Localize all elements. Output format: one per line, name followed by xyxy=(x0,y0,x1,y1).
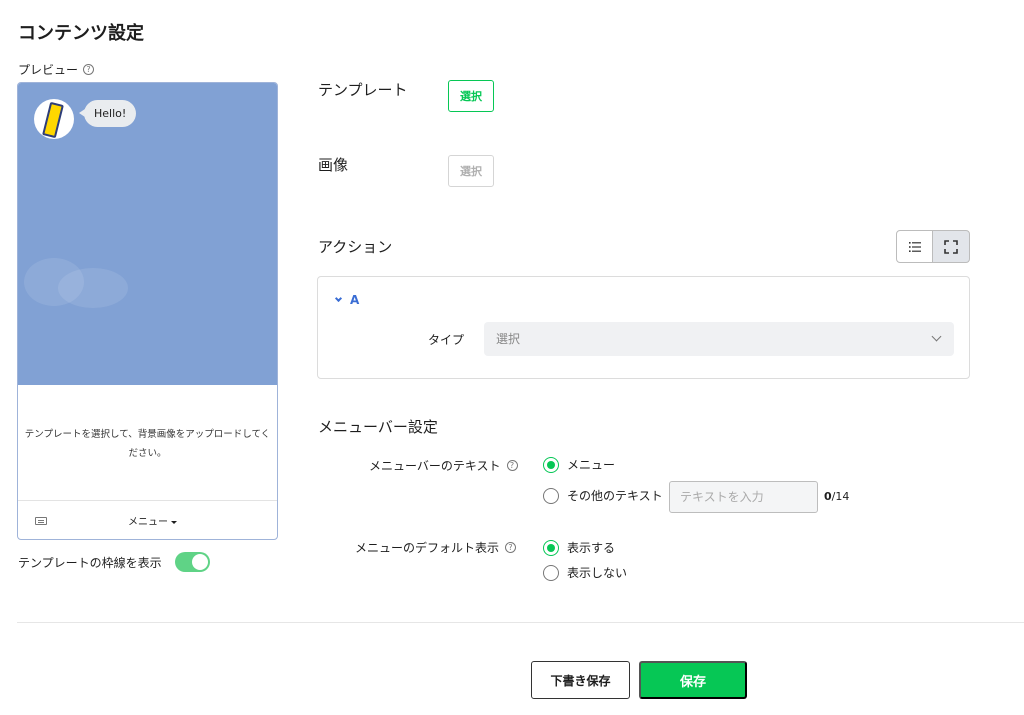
menubar-text-option-other[interactable]: その他のテキスト xyxy=(543,487,663,504)
type-select-value: 選択 xyxy=(496,332,521,346)
expand-view-button[interactable] xyxy=(932,230,970,263)
template-label: テンプレート xyxy=(318,81,408,99)
preview-menubar: メニュー xyxy=(18,500,277,539)
keyboard-icon xyxy=(35,517,47,525)
divider xyxy=(17,622,1024,623)
type-label: タイプ xyxy=(428,333,465,347)
menubar-text-option-menu[interactable]: メニュー xyxy=(543,456,615,473)
preview-label-text: プレビュー xyxy=(18,63,79,77)
action-item-header[interactable]: A xyxy=(334,293,360,307)
radio-unselected[interactable] xyxy=(543,564,559,581)
list-icon xyxy=(909,241,921,252)
help-icon[interactable]: ? xyxy=(83,64,95,75)
preview-menu-text: メニュー xyxy=(128,513,177,528)
save-button[interactable]: 保存 xyxy=(639,661,747,699)
preview-card: Hello! テンプレートを選択して、背景画像をアップロードしてください。 メニ… xyxy=(17,82,278,540)
cloud-shape xyxy=(58,268,128,308)
radio-unselected[interactable] xyxy=(543,487,559,504)
menubar-text-input[interactable] xyxy=(669,481,818,513)
frame-toggle-label: テンプレートの枠線を表示 xyxy=(18,555,162,570)
radio-selected[interactable] xyxy=(543,539,559,556)
image-select-button[interactable]: 選択 xyxy=(448,155,494,187)
image-label: 画像 xyxy=(318,156,349,174)
chevron-down-icon xyxy=(931,331,942,342)
preview-menu-label: メニュー xyxy=(128,517,168,528)
template-select-button[interactable]: 選択 xyxy=(448,80,494,112)
menu-default-label: メニューのデフォルト表示 ? xyxy=(355,539,517,556)
radio-selected[interactable] xyxy=(543,456,559,473)
action-label: アクション xyxy=(318,238,393,256)
list-view-button[interactable] xyxy=(896,230,934,263)
char-count-max: /14 xyxy=(831,490,850,503)
preview-message: テンプレートを選択して、背景画像をアップロードしてください。 xyxy=(24,429,271,459)
menubar-text-label-text: メニューバーのテキスト xyxy=(369,459,501,473)
menubar-settings-title: メニューバー設定 xyxy=(318,418,438,436)
char-count-current: 0 xyxy=(824,490,832,503)
expand-icon xyxy=(944,239,958,254)
menu-default-option-show[interactable]: 表示する xyxy=(543,539,615,556)
menubar-text-label: メニューバーのテキスト ? xyxy=(369,457,518,474)
radio-label: メニュー xyxy=(567,458,616,472)
action-item-name: A xyxy=(350,293,360,307)
frame-toggle-row: テンプレートの枠線を表示 xyxy=(18,552,210,572)
radio-label: 表示しない xyxy=(567,566,628,580)
menu-default-option-hide[interactable]: 表示しない xyxy=(543,564,627,581)
type-select[interactable]: 選択 xyxy=(484,322,954,356)
help-icon[interactable]: ? xyxy=(505,542,517,553)
radio-label: 表示する xyxy=(567,541,616,555)
help-icon[interactable]: ? xyxy=(506,460,518,471)
preview-background: Hello! xyxy=(18,83,277,385)
radio-label: その他のテキスト xyxy=(567,489,663,503)
page-title: コンテンツ設定 xyxy=(18,23,144,44)
preview-label: プレビュー ? xyxy=(18,61,95,78)
frame-toggle[interactable] xyxy=(174,552,210,572)
menu-default-label-text: メニューのデフォルト表示 xyxy=(355,541,500,555)
chat-bubble: Hello! xyxy=(78,100,137,127)
caret-down-icon xyxy=(171,520,177,524)
avatar xyxy=(34,99,74,139)
save-draft-button[interactable]: 下書き保存 xyxy=(531,661,630,699)
char-counter: 0/14 xyxy=(824,490,849,503)
action-panel: A タイプ 選択 xyxy=(317,276,970,379)
chevron-down-icon xyxy=(334,294,343,303)
